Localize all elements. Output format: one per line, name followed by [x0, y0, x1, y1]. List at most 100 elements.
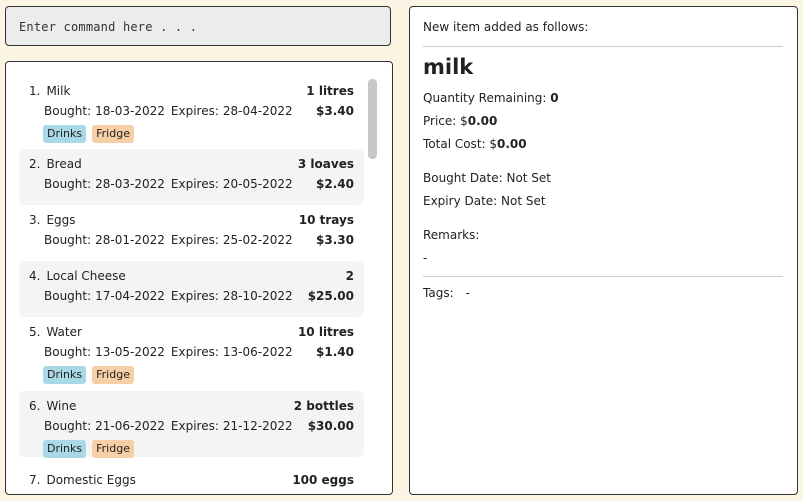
item-name: 6. Wine [29, 399, 76, 413]
item-expires-date: 13-06-2022 [222, 345, 293, 359]
item-name: 7. Domestic Eggs [29, 473, 136, 487]
item-quantity: 100 eggs [292, 473, 354, 487]
detail-remarks-label: Remarks: [423, 228, 480, 242]
item-expires-label: Expires: [170, 289, 219, 303]
item-name-text: Local Cheese [46, 269, 126, 283]
item-index: 2. [29, 157, 41, 171]
detail-tags: Tags: - [423, 286, 470, 300]
item-list-panel[interactable]: 1. Milk Bought: 18-03-2022 Expires: 28-04-202… [5, 61, 393, 495]
item-price: $2.40 [316, 177, 354, 191]
detail-price: Price: $0.00 [423, 114, 497, 128]
detail-bought-date: Bought Date: Not Set [423, 171, 552, 185]
item-bought-date: 18-03-2022 [95, 104, 165, 118]
item-expires-date: 28-10-2022 [222, 289, 293, 303]
item-bought-date: 13-05-2022 [95, 345, 165, 359]
item-bought-label: Bought: [44, 233, 92, 247]
detail-total-label: Total Cost: $ [423, 137, 498, 151]
item-name-text: Bread [46, 157, 82, 171]
list-item[interactable]: 2. Bread Bought: 28-03-2022 Expires: 20-05-20… [19, 149, 364, 205]
item-name-text: Eggs [46, 213, 76, 227]
item-name-text: Wine [46, 399, 77, 413]
item-bought-label: Bought: [44, 177, 92, 191]
item-tags: Drinks Fridge [43, 366, 134, 384]
item-expires-label: Expires: [170, 345, 219, 359]
item-index: 7. [29, 473, 41, 487]
item-bought-label: Bought: [44, 289, 92, 303]
detail-quantity: Quantity Remaining: 0 [423, 91, 559, 105]
list-item[interactable]: 5. Water Bought: 13-05-2022 Expires: 13-06-20… [19, 317, 364, 384]
item-price: $25.00 [307, 289, 354, 303]
item-price: $3.30 [316, 233, 354, 247]
detail-expiry-date: Expiry Date: Not Set [423, 194, 546, 208]
item-dates: Bought: 28-03-2022 Expires: 20-05-2022 [44, 177, 293, 191]
item-dates: Bought: 18-03-2022 Expires: 28-04-2022 [44, 104, 293, 118]
detail-total-cost: Total Cost: $0.00 [423, 137, 527, 151]
list-item[interactable]: 4. Local Cheese Bought: 17-04-2022 Expires: 2… [19, 261, 364, 317]
command-placeholder: Enter command here . . . [19, 20, 198, 34]
list-item[interactable]: 3. Eggs Bought: 28-01-2022 Expires: 25-02-202… [19, 205, 364, 261]
item-dates: Bought: 21-06-2022 Expires: 21-12-2022 [44, 419, 293, 433]
item-quantity: 10 litres [297, 325, 354, 339]
item-dates: Bought: 13-05-2022 Expires: 13-06-2022 [44, 345, 293, 359]
item-name: 3. Eggs [29, 213, 76, 227]
item-name: 4. Local Cheese [29, 269, 126, 283]
item-name: 1. Milk [29, 84, 70, 98]
list-item[interactable]: 1. Milk Bought: 18-03-2022 Expires: 28-04-202… [19, 76, 364, 143]
item-expires-label: Expires: [170, 233, 219, 247]
detail-price-label: Price: $ [423, 114, 468, 128]
item-index: 5. [29, 325, 41, 339]
list-item[interactable]: 6. Wine Bought: 21-06-2022 Expires: 21-12-202… [19, 391, 364, 458]
detail-tags-label: Tags: [423, 286, 454, 300]
tag-drinks: Drinks [43, 125, 87, 143]
command-input[interactable]: Enter command here . . . [5, 6, 391, 46]
item-name-text: Water [46, 325, 82, 339]
item-quantity: 2 bottles [293, 399, 354, 413]
detail-total-value: 0.00 [497, 137, 527, 151]
tag-drinks: Drinks [43, 366, 87, 384]
detail-quantity-value: 0 [550, 91, 559, 105]
tag-fridge: Fridge [92, 440, 134, 458]
tag-fridge: Fridge [92, 125, 134, 143]
item-bought-date: 17-04-2022 [95, 289, 165, 303]
detail-tags-value: - [465, 286, 470, 300]
tag-drinks: Drinks [43, 440, 87, 458]
detail-quantity-label: Quantity Remaining: [423, 91, 547, 105]
item-price: $3.40 [316, 104, 354, 118]
item-index: 6. [29, 399, 41, 413]
item-expires-date: 21-12-2022 [222, 419, 293, 433]
detail-item-name: milk [423, 55, 474, 79]
item-quantity: 3 loaves [297, 157, 354, 171]
item-bought-date: 28-03-2022 [95, 177, 165, 191]
item-expires-date: 25-02-2022 [222, 233, 293, 247]
item-name: 5. Water [29, 325, 82, 339]
item-index: 4. [29, 269, 41, 283]
item-bought-label: Bought: [44, 104, 92, 118]
item-tags: Drinks Fridge [43, 125, 134, 143]
item-name-text: Milk [46, 84, 71, 98]
item-name: 2. Bread [29, 157, 82, 171]
item-expires-label: Expires: [170, 104, 219, 118]
item-index: 3. [29, 213, 41, 227]
item-quantity: 2 [345, 269, 354, 283]
item-quantity: 10 trays [298, 213, 354, 227]
list-scrollbar[interactable] [368, 79, 377, 159]
item-bought-date: 28-01-2022 [95, 233, 165, 247]
item-expires-date: 20-05-2022 [222, 177, 293, 191]
item-expires-label: Expires: [170, 419, 219, 433]
detail-price-value: 0.00 [467, 114, 498, 128]
item-index: 1. [29, 84, 41, 98]
detail-remarks-value: - [423, 251, 428, 265]
item-dates: Bought: 28-01-2022 Expires: 25-02-2022 [44, 233, 293, 247]
item-bought-label: Bought: [44, 345, 92, 359]
detail-header: New item added as follows: [423, 20, 589, 34]
list-item[interactable]: 7. Domestic Eggs 100 eggs [19, 465, 364, 494]
item-dates: Bought: 17-04-2022 Expires: 28-10-2022 [44, 289, 293, 303]
item-bought-date: 21-06-2022 [95, 419, 165, 433]
detail-divider-bottom [423, 276, 783, 277]
item-detail-panel: New item added as follows: milk Quantity… [409, 6, 798, 495]
item-bought-label: Bought: [44, 419, 92, 433]
detail-divider-top [423, 46, 783, 47]
item-expires-date: 28-04-2022 [222, 104, 293, 118]
item-price: $1.40 [316, 345, 354, 359]
item-name-text: Domestic Eggs [46, 473, 136, 487]
